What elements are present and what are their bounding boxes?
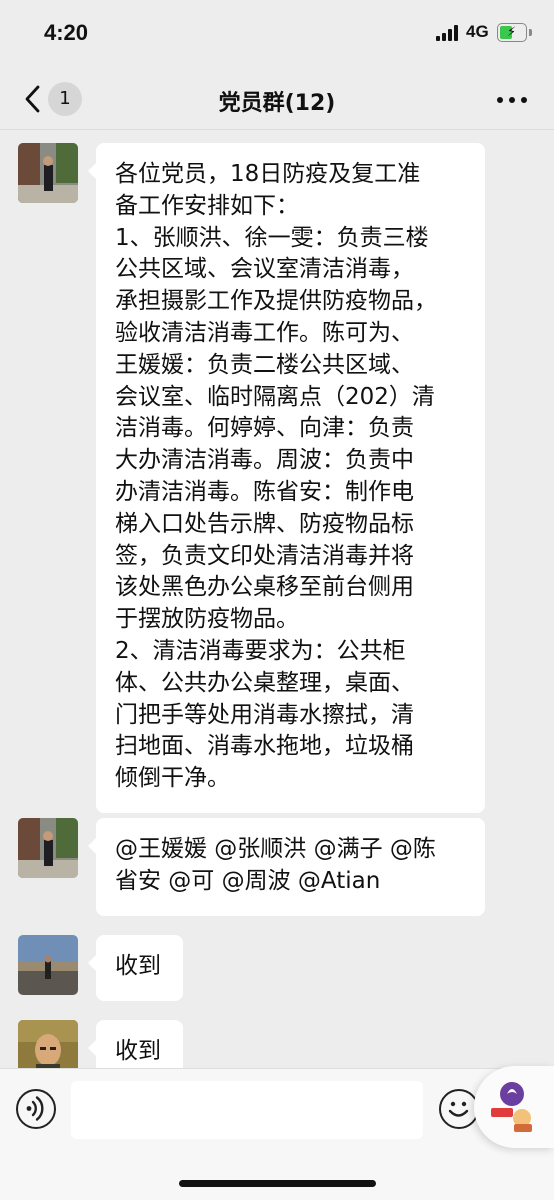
message-input[interactable]	[71, 1081, 423, 1139]
voice-input-icon[interactable]	[16, 1089, 56, 1129]
charging-icon: ⚡	[507, 25, 517, 40]
message-bubble[interactable]: 收到	[88, 1020, 183, 1068]
message-bubble[interactable]: 各位党员，18日防疫及复工准 备工作安排如下： 1、张顺洪、徐一雯：负责三楼 公…	[88, 143, 485, 813]
sender-avatar[interactable]	[18, 935, 78, 995]
street-photo-avatar	[18, 818, 78, 878]
home-indicator	[179, 1180, 376, 1187]
chat-header: 1 党员群(12)	[0, 68, 554, 130]
floating-mini-program-button[interactable]	[474, 1066, 554, 1148]
smiley-face-icon	[448, 1101, 469, 1117]
signal-strength-icon	[436, 25, 462, 41]
street-photo-avatar	[18, 143, 78, 203]
network-type: 4G	[466, 22, 489, 41]
sender-avatar[interactable]	[18, 143, 78, 203]
portrait-photo-avatar	[18, 1020, 78, 1068]
battery-tip	[529, 29, 532, 36]
sound-waves-icon	[26, 1096, 44, 1121]
mini-program-icon	[491, 1082, 532, 1132]
status-bar: 4:20 4G ⚡	[0, 0, 554, 68]
more-options-icon[interactable]	[497, 97, 527, 103]
sender-avatar[interactable]	[18, 818, 78, 878]
message-bubble[interactable]: 收到	[88, 935, 183, 1001]
status-time: 4:20	[44, 20, 89, 45]
road-photo-avatar	[18, 935, 78, 995]
chat-title: 党员群(12)	[218, 91, 336, 116]
message-list[interactable]: 各位党员，18日防疫及复工准 备工作安排如下： 1、张顺洪、徐一雯：负责三楼 公…	[0, 131, 554, 1068]
sender-avatar[interactable]	[18, 1020, 78, 1068]
emoji-icon[interactable]	[439, 1089, 479, 1129]
message-bubble[interactable]: @王媛媛 @张顺洪 @满子 @陈 省安 @可 @周波 @Atian	[88, 818, 485, 916]
